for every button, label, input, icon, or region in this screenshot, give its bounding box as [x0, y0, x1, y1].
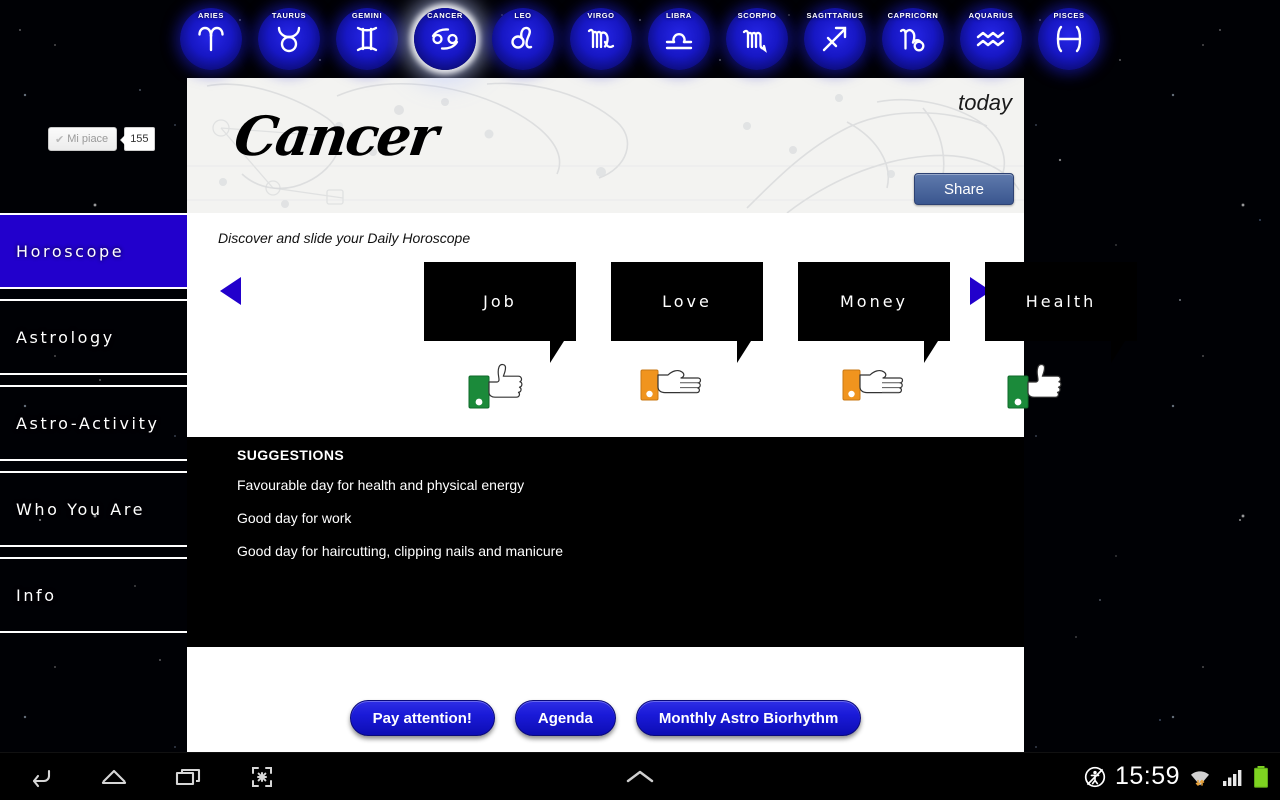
- sidebar-item-info[interactable]: Info: [0, 557, 187, 633]
- sidebar-item-label: Horoscope: [16, 241, 125, 261]
- monthly-astro-biorhythm-button[interactable]: Monthly Astro Biorhythm: [635, 700, 862, 736]
- zodiac-sign-taurus[interactable]: TAURUS: [250, 2, 328, 76]
- zodiac-sign-capricorn[interactable]: CAPRICORN: [874, 2, 952, 76]
- signal-icon: [1223, 769, 1242, 786]
- aquarius-icon: [960, 8, 1022, 70]
- rating-neutral-icon: [842, 366, 904, 407]
- sidebar-item-astro-activity[interactable]: Astro-Activity: [0, 385, 187, 461]
- action-button-row: Pay attention! Agenda Monthly Astro Bior…: [187, 700, 1024, 736]
- taurus-icon: [258, 8, 320, 70]
- zodiac-sign-cancer[interactable]: CANCER: [406, 2, 484, 76]
- share-button-label: Share: [943, 180, 985, 198]
- sidebar-item-label: Astro-Activity: [16, 413, 160, 433]
- zodiac-sign-libra[interactable]: LIBRA: [640, 2, 718, 76]
- check-icon: ✔: [55, 133, 65, 146]
- zodiac-sign-leo[interactable]: LEO: [484, 2, 562, 76]
- libra-icon: [648, 8, 710, 70]
- zodiac-sign-virgo[interactable]: VIRGO: [562, 2, 640, 76]
- button-label: Monthly Astro Biorhythm: [658, 709, 839, 727]
- sagittarius-icon: [804, 8, 866, 70]
- leo-icon: [492, 8, 554, 70]
- virgo-icon: [570, 8, 632, 70]
- card-label: Love: [662, 292, 712, 311]
- card-label: Health: [1025, 292, 1097, 311]
- card-bubble: Love: [611, 262, 763, 363]
- share-button[interactable]: Share: [914, 173, 1014, 205]
- suggestions-heading: SUGGESTIONS: [237, 447, 345, 463]
- aries-icon: [180, 8, 242, 70]
- sidebar-item-label: Who You Are: [16, 499, 146, 519]
- pisces-icon: [1038, 8, 1100, 70]
- facebook-like-label: Mi piace: [67, 133, 109, 145]
- chevron-up-icon: [626, 770, 654, 782]
- gemini-icon: [336, 8, 398, 70]
- horoscope-card-health[interactable]: Health: [985, 262, 1137, 409]
- facebook-like-widget[interactable]: ✔ Mi piace 155: [48, 127, 155, 151]
- zodiac-sign-gemini[interactable]: GEMINI: [328, 2, 406, 76]
- horoscope-card-love[interactable]: Love: [611, 262, 763, 401]
- button-label: Agenda: [537, 709, 593, 727]
- main-sidebar[interactable]: Horoscope Astrology Astro-Activity Who Y…: [0, 213, 187, 633]
- capricorn-icon: [882, 8, 944, 70]
- app-root: ARIES TAURUS GEMINI CANCER LEO VIRGO LIB…: [0, 0, 1280, 800]
- horoscope-cards: Job Love Money Health: [187, 213, 1137, 437]
- sign-banner: Cancer today Share: [187, 78, 1024, 213]
- suggestion-item: Favourable day for health and physical e…: [237, 477, 525, 493]
- card-label: Money: [839, 292, 909, 311]
- suggestion-item: Good day for work: [237, 510, 352, 526]
- sidebar-item-horoscope[interactable]: Horoscope: [0, 213, 187, 289]
- rating-thumbs-up-icon: [1007, 360, 1069, 415]
- android-navigation-bar: 15:59: [0, 752, 1280, 800]
- battery-icon: [1254, 765, 1268, 788]
- horoscope-card-job[interactable]: Job: [424, 262, 576, 409]
- button-label: Pay attention!: [372, 709, 472, 727]
- main-content: Cancer today Share Discover and slide yo…: [187, 78, 1137, 753]
- card-bubble: Job: [424, 262, 576, 363]
- zodiac-sign-scorpio[interactable]: SCORPIO: [718, 2, 796, 76]
- mute-icon: [1084, 766, 1106, 787]
- status-clock: 15:59: [1114, 762, 1180, 790]
- card-bubble: Money: [798, 262, 950, 363]
- zodiac-sign-selector[interactable]: ARIES TAURUS GEMINI CANCER LEO VIRGO LIB…: [0, 0, 1280, 78]
- rating-neutral-icon: [640, 366, 702, 407]
- status-bar-icons[interactable]: 15:59: [1083, 762, 1270, 791]
- zodiac-sign-sagittarius[interactable]: SAGITTARIUS: [796, 2, 874, 76]
- zodiac-sign-aries[interactable]: ARIES: [172, 2, 250, 76]
- facebook-like-button[interactable]: ✔ Mi piace: [48, 127, 118, 151]
- page-title: Cancer: [230, 104, 441, 168]
- zodiac-sign-aquarius[interactable]: AQUARIUS: [952, 2, 1030, 76]
- card-label: Job: [483, 292, 517, 311]
- cancer-icon: [414, 8, 476, 70]
- suggestions-panel: SUGGESTIONS Favourable day for health an…: [187, 437, 1024, 647]
- suggestions-list: Favourable day for health and physical e…: [237, 477, 1004, 576]
- horoscope-card-money[interactable]: Money: [798, 262, 950, 401]
- action-buttons-panel: Pay attention! Agenda Monthly Astro Bior…: [187, 647, 1024, 753]
- pay-attention-button[interactable]: Pay attention!: [349, 700, 495, 736]
- period-label: today: [958, 90, 1012, 115]
- agenda-button[interactable]: Agenda: [514, 700, 616, 736]
- suggestion-item: Good day for haircutting, clipping nails…: [237, 543, 564, 559]
- zodiac-sign-pisces[interactable]: PISCES: [1030, 2, 1108, 76]
- rating-thumbs-up-icon: [468, 360, 530, 415]
- scorpio-icon: [726, 8, 788, 70]
- card-bubble: Health: [985, 262, 1137, 363]
- sidebar-item-who-you-are[interactable]: Who You Are: [0, 471, 187, 547]
- wifi-icon: [1191, 770, 1209, 786]
- sidebar-item-astrology[interactable]: Astrology: [0, 299, 187, 375]
- sidebar-item-label: Astrology: [16, 327, 115, 347]
- sidebar-item-label: Info: [16, 585, 57, 605]
- facebook-like-count: 155: [120, 127, 155, 151]
- daily-horoscope-slider: Discover and slide your Daily Horoscope …: [187, 213, 1137, 437]
